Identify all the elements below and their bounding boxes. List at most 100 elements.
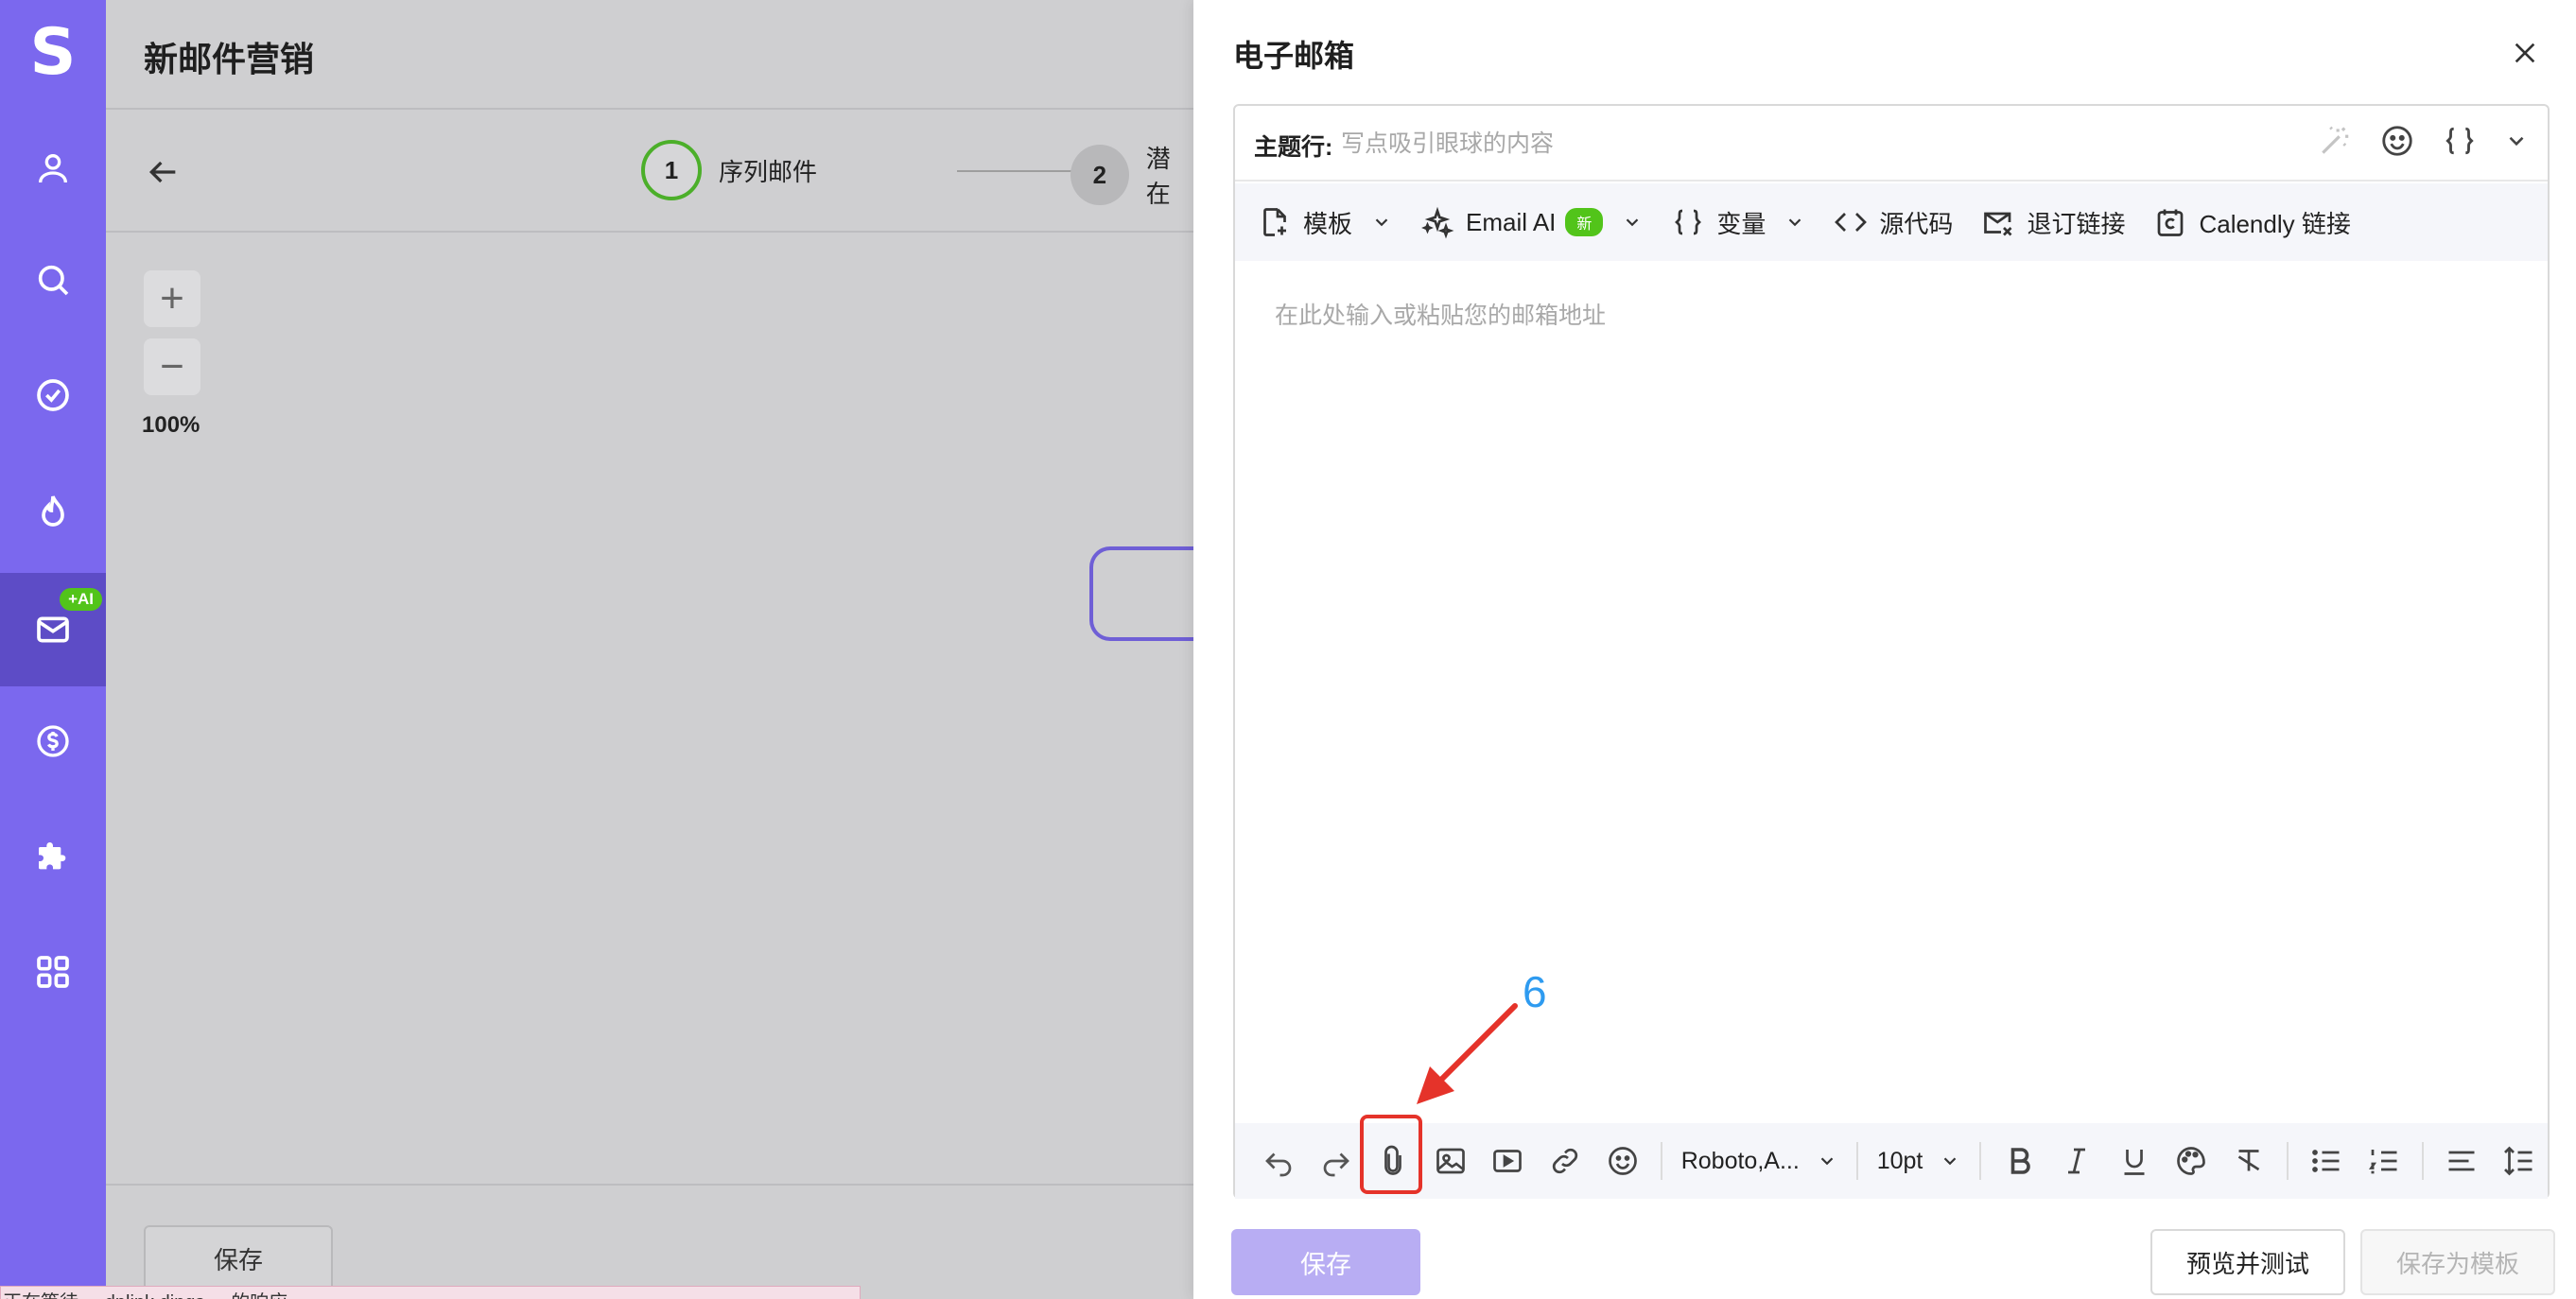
panel-title: 电子邮箱 — [1233, 39, 1355, 73]
insert-image-button[interactable] — [1422, 1131, 1480, 1191]
clear-format-button[interactable] — [2219, 1131, 2277, 1191]
nav-email[interactable]: +AI — [0, 573, 106, 686]
attach-highlight-box — [1360, 1115, 1422, 1194]
insert-emoji-button[interactable] — [1593, 1131, 1651, 1191]
step-label: 序列邮件 — [719, 157, 818, 186]
sidebar: S +AI — [0, 0, 106, 1299]
save-button[interactable]: 保存 — [1231, 1229, 1420, 1295]
variable-braces-icon[interactable] — [2442, 123, 2478, 159]
insert-link-button[interactable] — [1537, 1131, 1594, 1191]
italic-icon — [2068, 1148, 2086, 1174]
code-icon — [1835, 213, 1868, 232]
font-family-value: Roboto,A... — [1680, 1147, 1800, 1174]
mail-x-icon — [1984, 212, 2012, 236]
font-size-select[interactable]: 10pt — [1868, 1148, 1971, 1175]
numbered-list-icon — [2368, 1150, 2397, 1174]
toolbar-divider — [2286, 1142, 2289, 1180]
step-2[interactable]: 2 潜在 — [1070, 140, 1193, 210]
numbered-list-button[interactable] — [2355, 1131, 2412, 1191]
toolbar-divider — [2421, 1142, 2424, 1180]
calendly-link-button[interactable]: Calendly 链接 — [2153, 205, 2351, 240]
new-badge: 新 — [1565, 208, 1604, 236]
insert-video-button[interactable] — [1479, 1131, 1537, 1191]
emoji-icon — [1608, 1147, 1637, 1175]
step-1[interactable]: 1 序列邮件 — [641, 140, 817, 200]
font-size-value: 10pt — [1876, 1147, 1923, 1174]
variable-braces-icon — [1675, 209, 1702, 235]
italic-button[interactable] — [2048, 1131, 2106, 1191]
editor-bottom-toolbar: Roboto,A... 10pt — [1235, 1123, 2548, 1199]
toolbar-divider — [1979, 1142, 1982, 1180]
source-code-label: 源代码 — [1879, 209, 1954, 238]
calendly-label: Calendly 链接 — [2199, 209, 2351, 238]
redo-icon — [1323, 1152, 1349, 1177]
bullet-list-button[interactable] — [2298, 1131, 2356, 1191]
template-label: 模板 — [1303, 209, 1353, 238]
line-height-button[interactable] — [2490, 1131, 2548, 1191]
email-body-placeholder[interactable]: 在此处输入或粘贴您的邮箱地址 — [1275, 297, 1606, 331]
grid-icon — [37, 956, 69, 988]
bottom-bar: 保存 — [106, 1184, 1193, 1299]
chevron-down-icon[interactable] — [2504, 129, 2529, 153]
underline-button[interactable] — [2105, 1131, 2163, 1191]
nav-tasks[interactable] — [0, 338, 106, 452]
preview-and-test-button[interactable]: 预览并测试 — [2150, 1229, 2345, 1295]
ai-badge: +AI — [60, 588, 102, 611]
unsubscribe-label: 退订链接 — [2027, 209, 2126, 238]
emoji-icon[interactable] — [2379, 123, 2415, 159]
close-icon[interactable] — [2510, 38, 2540, 68]
back-arrow-icon[interactable] — [144, 153, 182, 191]
save-as-template-button[interactable]: 保存为模板 — [2360, 1229, 2555, 1295]
chevron-down-icon — [1789, 218, 1801, 227]
mail-icon — [37, 616, 69, 643]
link-icon — [1552, 1148, 1578, 1174]
variable-menu[interactable]: 变量 — [1671, 205, 1805, 240]
toolbar-divider — [1855, 1142, 1858, 1180]
undo-button[interactable] — [1250, 1131, 1308, 1191]
zoom-in-button[interactable]: + — [144, 270, 200, 327]
template-menu[interactable]: 模板 — [1258, 205, 1392, 240]
subject-row: 主题行: — [1235, 106, 2548, 182]
check-circle-icon — [37, 379, 69, 411]
nav-integrations[interactable] — [0, 800, 106, 913]
step-number: 1 — [641, 140, 702, 200]
bold-button[interactable] — [1991, 1131, 2048, 1191]
template-file-icon — [1263, 208, 1286, 236]
annotation-arrow-icon — [1417, 1003, 1518, 1104]
unsubscribe-link-button[interactable]: 退订链接 — [1981, 205, 2125, 240]
email-ai-label: Email AI — [1466, 207, 1557, 236]
step-connector — [957, 170, 1080, 172]
redo-button[interactable] — [1308, 1131, 1366, 1191]
nav-apps[interactable] — [0, 915, 106, 1029]
font-family-select[interactable]: Roboto,A... — [1672, 1148, 1847, 1175]
puzzle-icon — [39, 842, 66, 870]
source-code-button[interactable]: 源代码 — [1834, 205, 1953, 240]
page-title: 新邮件营销 — [144, 40, 315, 78]
dollar-icon — [37, 725, 69, 757]
canvas-node[interactable] — [1089, 546, 1203, 641]
nav-billing[interactable] — [0, 684, 106, 798]
chevron-down-icon — [1627, 218, 1639, 227]
sparkles-icon — [1421, 206, 1454, 239]
nav-hot[interactable] — [0, 454, 106, 567]
zoom-out-button[interactable]: − — [144, 338, 200, 395]
background-save-button[interactable]: 保存 — [144, 1225, 333, 1291]
align-button[interactable] — [2433, 1131, 2491, 1191]
app-logo[interactable]: S — [23, 19, 83, 87]
magic-wand-icon[interactable] — [2317, 123, 2353, 159]
nav-search[interactable] — [0, 223, 106, 337]
app-header: 新邮件营销 — [106, 0, 1193, 110]
email-ai-menu[interactable]: Email AI 新 — [1420, 205, 1643, 239]
calendar-icon — [2158, 209, 2184, 236]
line-height-icon — [2503, 1146, 2532, 1176]
step-label: 潜在 — [1145, 145, 1171, 208]
email-panel: 电子邮箱 主题行: 模板 Email AI 新 — [1193, 0, 2576, 1299]
toolbar-divider — [1660, 1142, 1662, 1180]
subject-input[interactable] — [1341, 123, 2287, 165]
palette-icon — [2177, 1147, 2206, 1175]
chevron-down-icon — [1375, 218, 1388, 227]
chevron-down-icon — [1944, 1157, 1957, 1166]
chevron-down-icon — [1820, 1157, 1834, 1166]
annotation-number: 6 — [1523, 967, 1547, 1016]
text-color-button[interactable] — [2163, 1131, 2220, 1191]
